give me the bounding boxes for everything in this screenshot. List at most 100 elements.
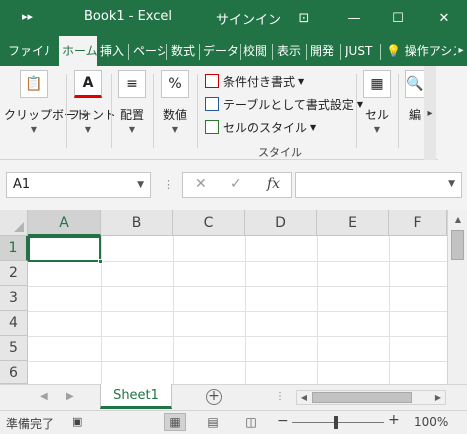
cells-icon: ▦	[363, 70, 391, 98]
font-color-icon: A	[74, 70, 102, 98]
vertical-scroll-thumb[interactable]	[451, 230, 464, 260]
maximize-icon[interactable]: ☐	[380, 4, 416, 32]
format-as-table-button[interactable]: テーブルとして書式設定 ▼	[205, 95, 363, 113]
fill-handle[interactable]	[98, 259, 103, 264]
column-header-a[interactable]: A	[28, 210, 101, 236]
tab-developer[interactable]: 開発	[310, 36, 336, 66]
ribbon: 📋 クリップボード ▼ A フォント ▼ ≡ 配置 ▼ % 数値 ▼ 条件付き書…	[0, 66, 467, 160]
name-box-value: A1	[13, 177, 31, 192]
enter-icon[interactable]: ✓	[230, 176, 242, 192]
quick-access-toolbar-icon[interactable]: ▸▸	[22, 10, 36, 24]
tab-review[interactable]: 校閲	[243, 36, 269, 66]
number-group-button[interactable]: % 数値 ▼	[158, 70, 192, 154]
clipboard-label: クリップボード	[4, 108, 89, 122]
conditional-formatting-button[interactable]: 条件付き書式 ▼	[205, 72, 304, 90]
row-header-4[interactable]: 4	[0, 311, 28, 336]
tab-formulas[interactable]: 数式	[171, 36, 197, 66]
editing-group-button[interactable]: 🔍 編	[404, 70, 426, 154]
column-header-d[interactable]: D	[245, 210, 317, 236]
sign-in-link[interactable]: サインイン	[216, 9, 281, 28]
add-sheet-icon[interactable]: +	[206, 389, 222, 405]
status-text: 準備完了	[6, 417, 55, 431]
row-header-5[interactable]: 5	[0, 336, 28, 361]
tell-me-search[interactable]: 💡 操作アシスト	[386, 36, 456, 66]
sheet-tab-bar: ◀ ▶ Sheet1 + ⋮ ◀ ▶	[0, 384, 467, 410]
tab-home[interactable]: ホーム	[59, 36, 97, 66]
status-bar: 準備完了 ▣ ▦ ▤ ◫ − + 100%	[0, 410, 467, 434]
ribbon-scroll-right-icon[interactable]: ▸	[424, 66, 436, 160]
chevron-down-icon: ▼	[171, 125, 179, 134]
conditional-formatting-label: 条件付き書式	[223, 74, 296, 89]
number-label: 数値	[162, 108, 187, 122]
alignment-group-button[interactable]: ≡ 配置 ▼	[115, 70, 149, 154]
horizontal-scroll-thumb[interactable]	[312, 392, 412, 403]
clipboard-group-button[interactable]: 📋 クリップボード ▼	[4, 70, 89, 154]
scroll-left-icon[interactable]: ◀	[297, 391, 311, 404]
column-header-e[interactable]: E	[317, 210, 389, 236]
format-as-table-icon	[205, 97, 219, 111]
row-header-1[interactable]: 1	[0, 236, 28, 261]
tab-file[interactable]: ファイル	[8, 36, 50, 66]
row-header-3[interactable]: 3	[0, 286, 28, 311]
font-group-button[interactable]: A フォント ▼	[68, 70, 117, 154]
chevron-down-icon: ▼	[84, 125, 92, 134]
splitter-handle[interactable]: ⋮	[275, 391, 285, 402]
editing-label: 編	[408, 108, 421, 122]
active-cell[interactable]	[28, 236, 101, 262]
select-all-button[interactable]	[0, 210, 28, 236]
cell-styles-icon	[205, 120, 219, 134]
zoom-level[interactable]: 100%	[414, 415, 448, 429]
column-header-b[interactable]: B	[101, 210, 173, 236]
zoom-in-button[interactable]: +	[388, 412, 400, 428]
page-break-preview-icon[interactable]: ◫	[240, 413, 262, 431]
tab-page-layout[interactable]: ページ	[133, 36, 165, 66]
close-icon[interactable]: ✕	[426, 4, 462, 32]
chevron-down-icon: ▼	[373, 125, 381, 134]
sheet-tab-sheet1[interactable]: Sheet1	[100, 384, 172, 409]
tell-me-label: 操作アシスト	[404, 44, 456, 58]
styles-group-label: スタイル	[258, 146, 302, 159]
conditional-formatting-icon	[205, 74, 219, 88]
name-box[interactable]: A1 ▼	[6, 172, 151, 198]
formula-bar-area: A1 ▼ ⋮ ✕ ✓ fx ▼	[0, 160, 467, 210]
previous-sheet-icon[interactable]: ◀	[40, 391, 48, 402]
page-layout-view-icon[interactable]: ▤	[202, 413, 224, 431]
tab-data[interactable]: データ	[203, 36, 239, 66]
alignment-label: 配置	[119, 108, 144, 122]
ribbon-display-options-icon[interactable]: ⊡	[286, 4, 322, 32]
ribbon-tab-bar: ファイル ホーム 挿入 ページ 数式 データ 校閲 表示 開発 JUST 💡 操…	[0, 36, 467, 66]
formula-input[interactable]: ▼	[295, 172, 462, 198]
row-header-2[interactable]: 2	[0, 261, 28, 286]
tab-view[interactable]: 表示	[277, 36, 303, 66]
chevron-down-icon: ▼	[298, 76, 305, 86]
chevron-down-icon[interactable]: ▼	[448, 179, 455, 189]
chevron-down-icon[interactable]: ▼	[137, 173, 144, 197]
row-header-6[interactable]: 6	[0, 361, 28, 384]
scroll-right-icon[interactable]: ▶	[431, 391, 445, 404]
zoom-slider[interactable]	[292, 422, 384, 423]
tab-scroll-right-icon[interactable]: ▸	[455, 36, 467, 66]
insert-function-icon[interactable]: fx	[267, 176, 280, 192]
zoom-out-button[interactable]: −	[277, 413, 289, 429]
cells-group-button[interactable]: ▦ セル ▼	[362, 70, 392, 154]
splitter-handle[interactable]: ⋮	[163, 178, 174, 191]
cancel-icon[interactable]: ✕	[195, 176, 207, 192]
worksheet-grid[interactable]: A B C D E F 1 2 3 4 5 6	[0, 210, 447, 384]
column-header-f[interactable]: F	[389, 210, 447, 236]
macro-record-icon[interactable]: ▣	[72, 415, 88, 429]
cells-label: セル	[364, 108, 389, 122]
zoom-slider-thumb[interactable]	[334, 416, 338, 429]
scroll-up-icon[interactable]: ▲	[448, 212, 467, 228]
clipboard-icon: 📋	[20, 70, 48, 98]
tab-insert[interactable]: 挿入	[100, 36, 126, 66]
next-sheet-icon[interactable]: ▶	[66, 391, 74, 402]
font-label: フォント	[68, 108, 117, 122]
align-center-icon: ≡	[118, 70, 146, 98]
cell-styles-button[interactable]: セルのスタイル ▼	[205, 118, 316, 136]
tab-just[interactable]: JUST	[345, 36, 377, 66]
column-header-c[interactable]: C	[173, 210, 245, 236]
normal-view-icon[interactable]: ▦	[164, 413, 186, 431]
minimize-icon[interactable]: —	[336, 4, 372, 32]
vertical-scrollbar[interactable]: ▲	[447, 210, 467, 384]
horizontal-scrollbar[interactable]: ◀ ▶	[296, 390, 446, 405]
